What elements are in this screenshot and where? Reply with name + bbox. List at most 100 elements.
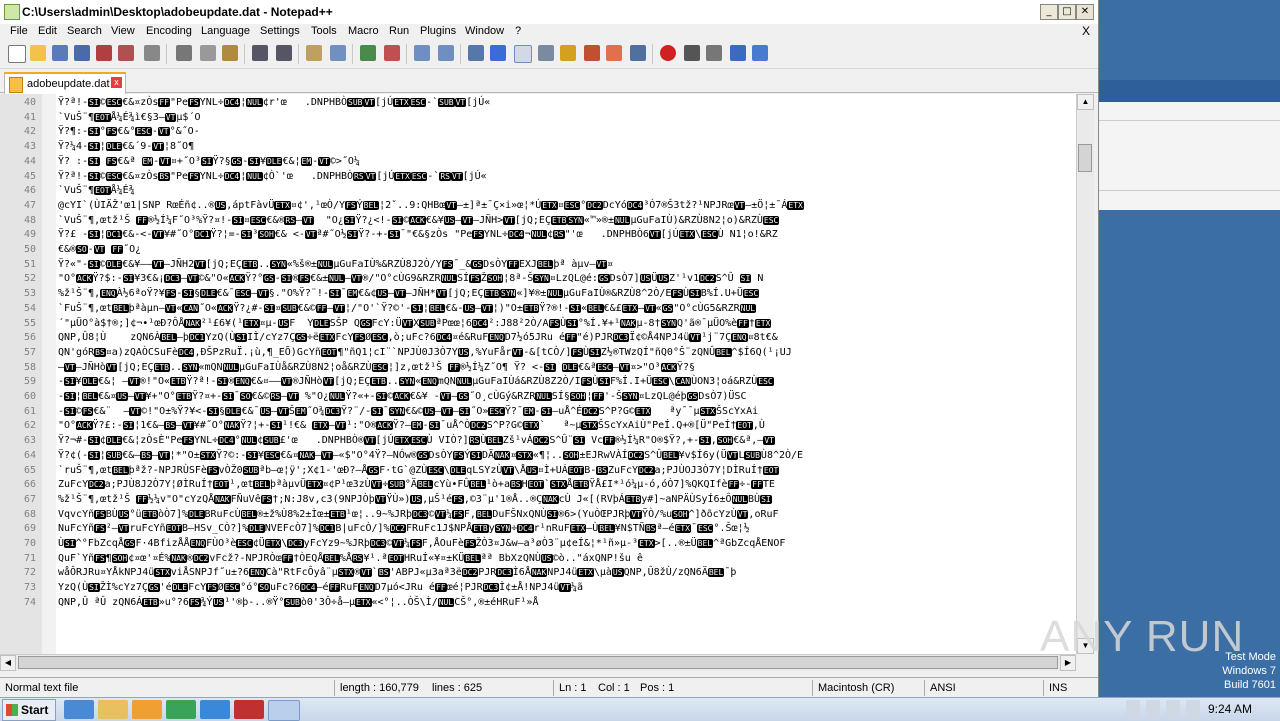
udl-icon[interactable] (538, 45, 554, 61)
menu-view[interactable]: View (111, 25, 135, 37)
open-file-icon[interactable] (30, 45, 46, 61)
paste-icon[interactable] (222, 45, 238, 61)
menu-edit[interactable]: Edit (38, 25, 57, 37)
tab-close-icon[interactable]: x (111, 77, 122, 88)
control-char-badge: VT (133, 392, 146, 401)
control-char-badge: SYN (270, 259, 287, 269)
status-divider (553, 680, 554, 696)
control-char-badge: US (259, 406, 272, 416)
show-all-chars-icon[interactable] (490, 45, 506, 61)
control-char-badge: VT (374, 494, 387, 504)
run-macro-multiple-icon[interactable] (730, 45, 746, 61)
sync-vertical-icon[interactable] (414, 45, 430, 61)
menu-help[interactable]: ? (515, 25, 521, 37)
control-char-badge: DLE (105, 436, 123, 446)
zoom-out-icon[interactable] (384, 45, 400, 61)
control-char-badge: SI (280, 274, 293, 284)
control-char-badge: EM (294, 406, 307, 416)
control-char-badge: US (117, 509, 130, 519)
indent-guide-icon[interactable] (514, 45, 532, 63)
replace-icon[interactable] (330, 45, 346, 61)
volume-icon[interactable] (1146, 700, 1160, 719)
menu-macro[interactable]: Macro (348, 25, 379, 37)
horizontal-scroll-thumb[interactable] (18, 656, 1058, 669)
control-char-badge: US (657, 274, 669, 284)
control-char-badge: ACK (660, 362, 677, 372)
menu-search[interactable]: Search (67, 25, 102, 37)
control-char-badge: ESC (488, 406, 505, 416)
menu-run[interactable]: Run (389, 25, 409, 37)
control-char-badge: CAN (182, 303, 199, 313)
menu-settings[interactable]: Settings (260, 25, 300, 37)
close-all-icon[interactable] (118, 45, 134, 61)
menu-window[interactable]: Window (465, 25, 504, 37)
control-char-badge: SI (458, 406, 471, 416)
menu-language[interactable]: Language (201, 25, 250, 37)
start-button[interactable]: Start (2, 699, 56, 721)
network-icon[interactable] (1166, 700, 1180, 719)
close-document-x[interactable]: X (1082, 24, 1090, 38)
save-icon[interactable] (52, 45, 68, 61)
menu-tools[interactable]: Tools (311, 25, 337, 37)
control-char-badge: VT (733, 200, 746, 210)
minimize-button[interactable]: _ (1040, 4, 1058, 20)
control-char-badge: VT (364, 171, 377, 181)
menu-encoding[interactable]: Encoding (146, 25, 192, 37)
stop-macro-icon[interactable] (684, 45, 700, 61)
tray-icon[interactable] (1126, 700, 1140, 719)
app-icon[interactable] (234, 700, 264, 719)
folder-workspace-icon[interactable] (606, 45, 622, 61)
notepadpp-taskbar-icon[interactable] (268, 700, 300, 721)
word-wrap-icon[interactable] (468, 45, 484, 61)
redo-icon[interactable] (276, 45, 292, 61)
doc-map-icon[interactable] (560, 45, 576, 61)
flag-icon[interactable] (1186, 700, 1200, 719)
zoom-in-icon[interactable] (360, 45, 376, 61)
function-list-icon[interactable] (584, 45, 600, 61)
taskbar-clock[interactable]: 9:24 AM (1208, 702, 1252, 716)
horizontal-scrollbar[interactable]: ◀ ▶ (0, 654, 1076, 671)
copy-icon[interactable] (200, 45, 216, 61)
status-encoding[interactable]: ANSI (930, 682, 956, 694)
find-icon[interactable] (306, 45, 322, 61)
chrome-icon[interactable] (166, 700, 196, 719)
save-all-icon[interactable] (74, 45, 90, 61)
control-char-badge: NUL (535, 392, 552, 401)
close-file-icon[interactable] (96, 45, 112, 61)
title-bar[interactable]: C:\Users\admin\Desktop\adobeupdate.dat -… (0, 0, 1098, 24)
sync-horizontal-icon[interactable] (438, 45, 454, 61)
edge-icon[interactable] (200, 700, 230, 719)
vertical-scroll-thumb[interactable] (1078, 144, 1092, 172)
maximize-button[interactable]: □ (1058, 4, 1076, 20)
menu-file[interactable]: File (10, 25, 28, 37)
control-char-badge: SI (544, 362, 556, 372)
cut-icon[interactable] (176, 45, 192, 61)
ie-icon[interactable] (64, 700, 94, 719)
new-file-icon[interactable] (8, 45, 26, 63)
undo-icon[interactable] (252, 45, 268, 61)
control-char-badge: NUL (240, 436, 258, 446)
control-char-badge: VT (152, 230, 164, 240)
record-macro-icon[interactable] (660, 45, 676, 61)
tab-adobeupdate[interactable]: adobeupdate.dat x (4, 72, 126, 94)
status-ins[interactable]: INS (1049, 682, 1067, 694)
menu-plugins[interactable]: Plugins (420, 25, 456, 37)
control-char-badge: EOT (527, 480, 545, 490)
control-char-badge: EM (522, 406, 535, 416)
explorer-icon[interactable] (98, 700, 128, 719)
scroll-up-icon[interactable]: ▲ (1077, 94, 1094, 110)
play-macro-icon[interactable] (706, 45, 722, 61)
scroll-left-icon[interactable]: ◀ (0, 655, 16, 671)
control-char-badge: EM (346, 289, 359, 299)
control-char-badge: BEL (715, 347, 732, 357)
control-char-badge: ESC (563, 200, 581, 210)
media-player-icon[interactable] (132, 700, 162, 719)
status-eol[interactable]: Macintosh (CR) (818, 682, 894, 694)
control-char-badge: DC2 (192, 553, 210, 563)
save-macro-icon[interactable] (752, 45, 768, 61)
monitoring-icon[interactable] (630, 45, 646, 61)
editor-area[interactable]: 40 Ÿ?ª!-SI©ESC€&¤zÒsFF"PeFSYNL÷DC4¦NUL¢r'… (0, 94, 1076, 654)
vertical-scrollbar[interactable]: ▲ ▼ (1076, 94, 1094, 654)
print-icon[interactable] (144, 45, 160, 61)
close-button[interactable]: ✕ (1076, 4, 1094, 20)
